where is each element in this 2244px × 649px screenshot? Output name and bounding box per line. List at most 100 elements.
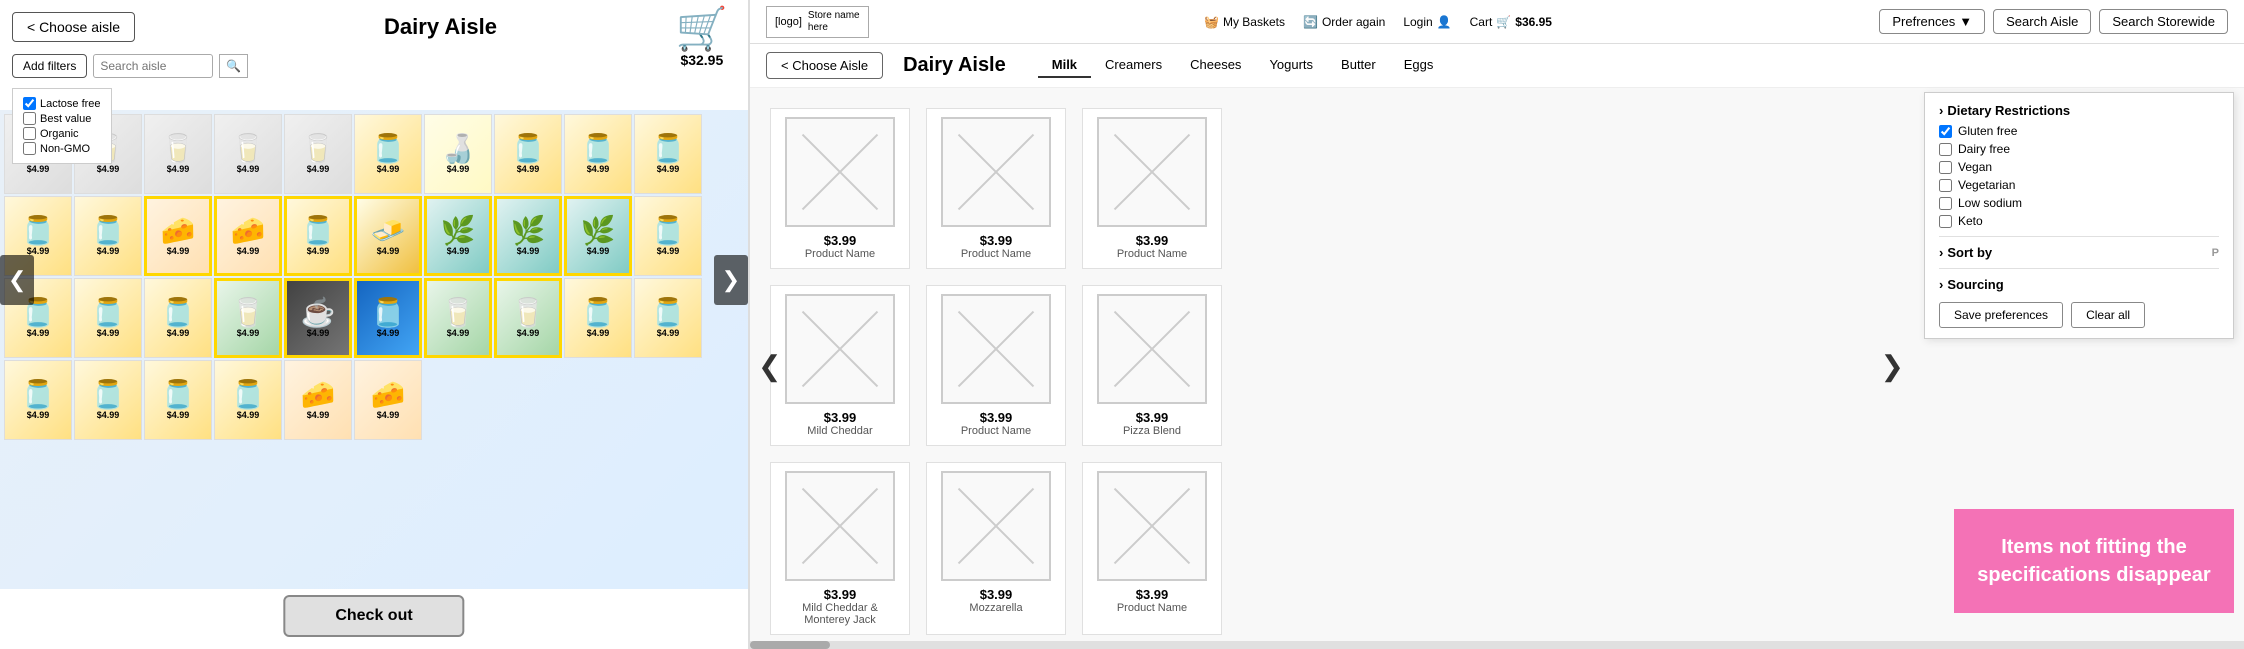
product-icon: 🥛 — [161, 135, 196, 163]
product-item[interactable]: 🥛$4.99 — [214, 278, 282, 358]
product-item[interactable]: 🫙$4.99 — [634, 196, 702, 276]
product-item[interactable]: 🧀$4.99 — [214, 196, 282, 276]
preference-item[interactable]: Vegetarian — [1939, 178, 2219, 192]
product-item[interactable]: 🫙$4.99 — [634, 278, 702, 358]
preference-item[interactable]: Gluten free — [1939, 124, 2219, 138]
preference-checkbox[interactable] — [1939, 197, 1952, 210]
product-card[interactable]: $3.99Product Name — [1082, 462, 1222, 635]
product-item[interactable]: 🫙$4.99 — [494, 114, 562, 194]
product-item[interactable]: 🌿$4.99 — [424, 196, 492, 276]
sort-by-title[interactable]: › Sort by P — [1939, 245, 2219, 260]
product-item[interactable]: 🥛$4.99 — [284, 114, 352, 194]
choose-aisle-nav-button[interactable]: < Choose Aisle — [766, 52, 883, 79]
product-item[interactable]: 🫙$4.99 — [144, 360, 212, 440]
add-filters-button[interactable]: Add filters — [12, 54, 87, 78]
product-item[interactable]: ☕$4.99 — [284, 278, 352, 358]
product-item[interactable]: 🌿$4.99 — [564, 196, 632, 276]
product-item[interactable]: 🫙$4.99 — [214, 360, 282, 440]
preference-item[interactable]: Vegan — [1939, 160, 2219, 174]
sourcing-title[interactable]: › Sourcing — [1939, 277, 2219, 292]
cart-link[interactable]: Cart 🛒 $36.95 — [1470, 15, 1552, 29]
product-item[interactable]: 🫙$4.99 — [634, 114, 702, 194]
product-price: $4.99 — [27, 164, 50, 174]
product-item[interactable]: 🫙$4.99 — [74, 278, 142, 358]
scrollbar-bottom[interactable] — [750, 641, 2244, 649]
tab-butter[interactable]: Butter — [1327, 53, 1390, 78]
preference-checkbox[interactable] — [1939, 125, 1952, 138]
nav-arrow-right-panel[interactable]: ❯ — [1881, 349, 1904, 382]
preference-item[interactable]: Keto — [1939, 214, 2219, 228]
second-row: < Choose Aisle Dairy Aisle MilkCreamersC… — [750, 44, 2244, 88]
product-icon: 🫙 — [161, 381, 196, 409]
product-card-price: $3.99 — [1136, 410, 1169, 425]
search-storewide-button[interactable]: Search Storewide — [2099, 9, 2228, 34]
product-item[interactable]: 🫙$4.99 — [74, 196, 142, 276]
product-item[interactable]: 🧀$4.99 — [284, 360, 352, 440]
lactose-free-filter[interactable]: Lactose free — [23, 97, 101, 110]
search-aisle-input[interactable] — [93, 54, 213, 78]
product-item[interactable]: 🥛$4.99 — [424, 278, 492, 358]
preference-item[interactable]: Low sodium — [1939, 196, 2219, 210]
product-price: $4.99 — [447, 328, 470, 338]
product-item[interactable]: 🫙$4.99 — [564, 114, 632, 194]
product-item[interactable]: 🫙$4.99 — [74, 360, 142, 440]
product-item[interactable]: 🫙$4.99 — [354, 278, 422, 358]
tab-milk[interactable]: Milk — [1038, 53, 1091, 78]
tab-yogurts[interactable]: Yogurts — [1255, 53, 1327, 78]
product-item[interactable]: 🥛$4.99 — [214, 114, 282, 194]
product-item[interactable]: 🫙$4.99 — [144, 278, 212, 358]
nav-arrow-right[interactable]: ❯ — [714, 255, 748, 305]
product-card[interactable]: $3.99Product Name — [926, 108, 1066, 269]
nav-arrow-left-panel[interactable]: ❮ — [758, 349, 781, 382]
tab-eggs[interactable]: Eggs — [1390, 53, 1448, 78]
preference-checkbox[interactable] — [1939, 179, 1952, 192]
product-item[interactable]: 🧈$4.99 — [354, 196, 422, 276]
product-item[interactable]: 🌿$4.99 — [494, 196, 562, 276]
organic-filter[interactable]: Organic — [23, 127, 101, 140]
search-aisle-nav-button[interactable]: Search Aisle — [1993, 9, 2091, 34]
product-item[interactable]: 🧀$4.99 — [144, 196, 212, 276]
my-baskets-link[interactable]: 🧺 My Baskets — [1204, 15, 1285, 29]
product-item[interactable]: 🫙$4.99 — [564, 278, 632, 358]
store-name: Store name here — [808, 10, 860, 34]
product-card[interactable]: $3.99Product Name — [926, 285, 1066, 446]
checkout-button[interactable]: Check out — [283, 595, 464, 637]
clear-all-button[interactable]: Clear all — [2071, 302, 2145, 328]
save-preferences-button[interactable]: Save preferences — [1939, 302, 2063, 328]
product-item[interactable]: 🧀$4.99 — [354, 360, 422, 440]
product-item[interactable]: 🫙$4.99 — [4, 360, 72, 440]
product-icon: 🧈 — [371, 217, 406, 245]
non-gmo-filter[interactable]: Non-GMO — [23, 142, 101, 155]
product-item[interactable]: 🫙$4.99 — [354, 114, 422, 194]
product-card[interactable]: $3.99Mild Cheddar — [770, 285, 910, 446]
product-image — [1097, 294, 1207, 404]
preference-checkbox[interactable] — [1939, 143, 1952, 156]
product-card[interactable]: $3.99Mozzarella — [926, 462, 1066, 635]
product-card[interactable]: $3.99Pizza Blend — [1082, 285, 1222, 446]
product-item[interactable]: 🫙$4.99 — [284, 196, 352, 276]
preference-checkbox[interactable] — [1939, 215, 1952, 228]
dietary-restrictions-title[interactable]: › Dietary Restrictions — [1939, 103, 2219, 118]
product-price: $4.99 — [447, 246, 470, 256]
nav-arrow-left[interactable]: ❮ — [0, 255, 34, 305]
preferences-button[interactable]: Prefrences ▼ — [1879, 9, 1985, 34]
product-icon: 🥛 — [301, 135, 336, 163]
order-again-link[interactable]: 🔄 Order again — [1303, 15, 1385, 29]
product-card[interactable]: $3.99Product Name — [770, 108, 910, 269]
best-value-filter[interactable]: Best value — [23, 112, 101, 125]
tab-cheeses[interactable]: Cheeses — [1176, 53, 1255, 78]
preference-item[interactable]: Dairy free — [1939, 142, 2219, 156]
login-link[interactable]: Login 👤 — [1403, 15, 1451, 29]
product-item[interactable]: 🍶$4.99 — [424, 114, 492, 194]
product-item[interactable]: 🥛$4.99 — [144, 114, 212, 194]
product-item[interactable]: 🥛$4.99 — [494, 278, 562, 358]
product-icon: 🫙 — [371, 299, 406, 327]
scrollbar-thumb[interactable] — [750, 641, 830, 649]
search-submit-button[interactable]: 🔍 — [219, 54, 248, 78]
product-card[interactable]: $3.99Product Name — [1082, 108, 1222, 269]
product-card[interactable]: $3.99Mild Cheddar & Monterey Jack — [770, 462, 910, 635]
preference-checkbox[interactable] — [1939, 161, 1952, 174]
choose-aisle-button[interactable]: < Choose aisle — [12, 12, 135, 42]
product-icon: 🫙 — [91, 381, 126, 409]
tab-creamers[interactable]: Creamers — [1091, 53, 1176, 78]
